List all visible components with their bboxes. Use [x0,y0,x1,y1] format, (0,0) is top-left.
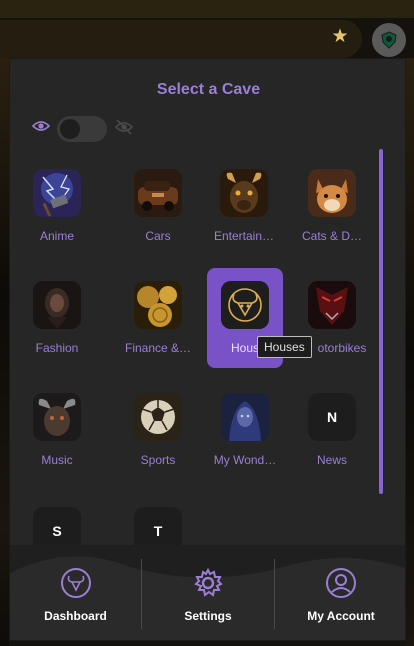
star-icon[interactable]: ★ [330,27,350,47]
cave-tile-fashion[interactable]: Fashion [33,271,109,371]
page-background-right [406,58,414,646]
cave-label: otorbikes [317,341,367,355]
cave-label: Cars [145,229,171,243]
extension-button[interactable] [372,23,406,57]
cave-popup: Select a Cave Anime Cars Entertain… Cats… [9,58,406,641]
user-icon [326,568,356,598]
finance-thumbnail [134,281,182,329]
cave-label: Anime [39,229,74,243]
wonder-thumbnail [221,393,269,441]
cats-thumbnail [308,169,356,217]
footer-nav: Dashboard Settings My Account [10,545,405,640]
motorbikes-thumbnail [308,281,356,329]
cave-tile-news[interactable]: N News [294,383,370,483]
settings-label: Settings [184,609,232,623]
cave-tile-finance[interactable]: Finance &… [120,271,196,371]
dashboard-logo-icon [60,568,91,598]
cave-label: Fashion [35,341,79,355]
entertainment-thumbnail [220,169,268,217]
cave-label: My Wond… [213,453,277,467]
cave-label: Entertain… [213,229,275,243]
address-bar[interactable] [0,20,362,58]
cave-tile-my-wonder[interactable]: My Wond… [207,383,283,483]
cave-grid: Anime Cars Entertain… Cats & D… Fashion … [10,59,405,555]
page-background-left [0,58,9,646]
dashboard-label: Dashboard [44,609,107,623]
cave-label: Sports [140,453,176,467]
cars-thumbnail [134,169,182,217]
sports-thumbnail [134,393,182,441]
cave-tile-cats[interactable]: Cats & D… [294,159,370,259]
settings-button[interactable]: Settings [142,545,274,640]
my-account-button[interactable]: My Account [275,545,405,640]
cave-tile-sports[interactable]: Sports [120,383,196,483]
anime-thumbnail [33,169,81,217]
scrollbar[interactable] [379,149,383,494]
houses-thumbnail [221,281,269,329]
cave-label: Music [41,453,73,467]
cave-tile-music[interactable]: Music [33,383,109,483]
cave-tile-cars[interactable]: Cars [120,159,196,259]
gear-icon [194,567,223,597]
fashion-thumbnail [33,281,81,329]
dashboard-button[interactable]: Dashboard [10,545,141,640]
cave-label: Finance &… [124,341,192,355]
cave-label: Cats & D… [301,229,362,243]
cave-label: News [316,453,347,467]
news-letter-avatar: N [308,393,356,441]
music-thumbnail [33,393,81,441]
my-account-label: My Account [307,609,375,623]
shield-logo-icon [381,31,397,49]
browser-tab-strip [0,0,414,18]
tooltip: Houses [257,336,312,358]
cave-tile-entertainment[interactable]: Entertain… [206,159,282,259]
cave-tile-anime[interactable]: Anime [19,159,95,259]
